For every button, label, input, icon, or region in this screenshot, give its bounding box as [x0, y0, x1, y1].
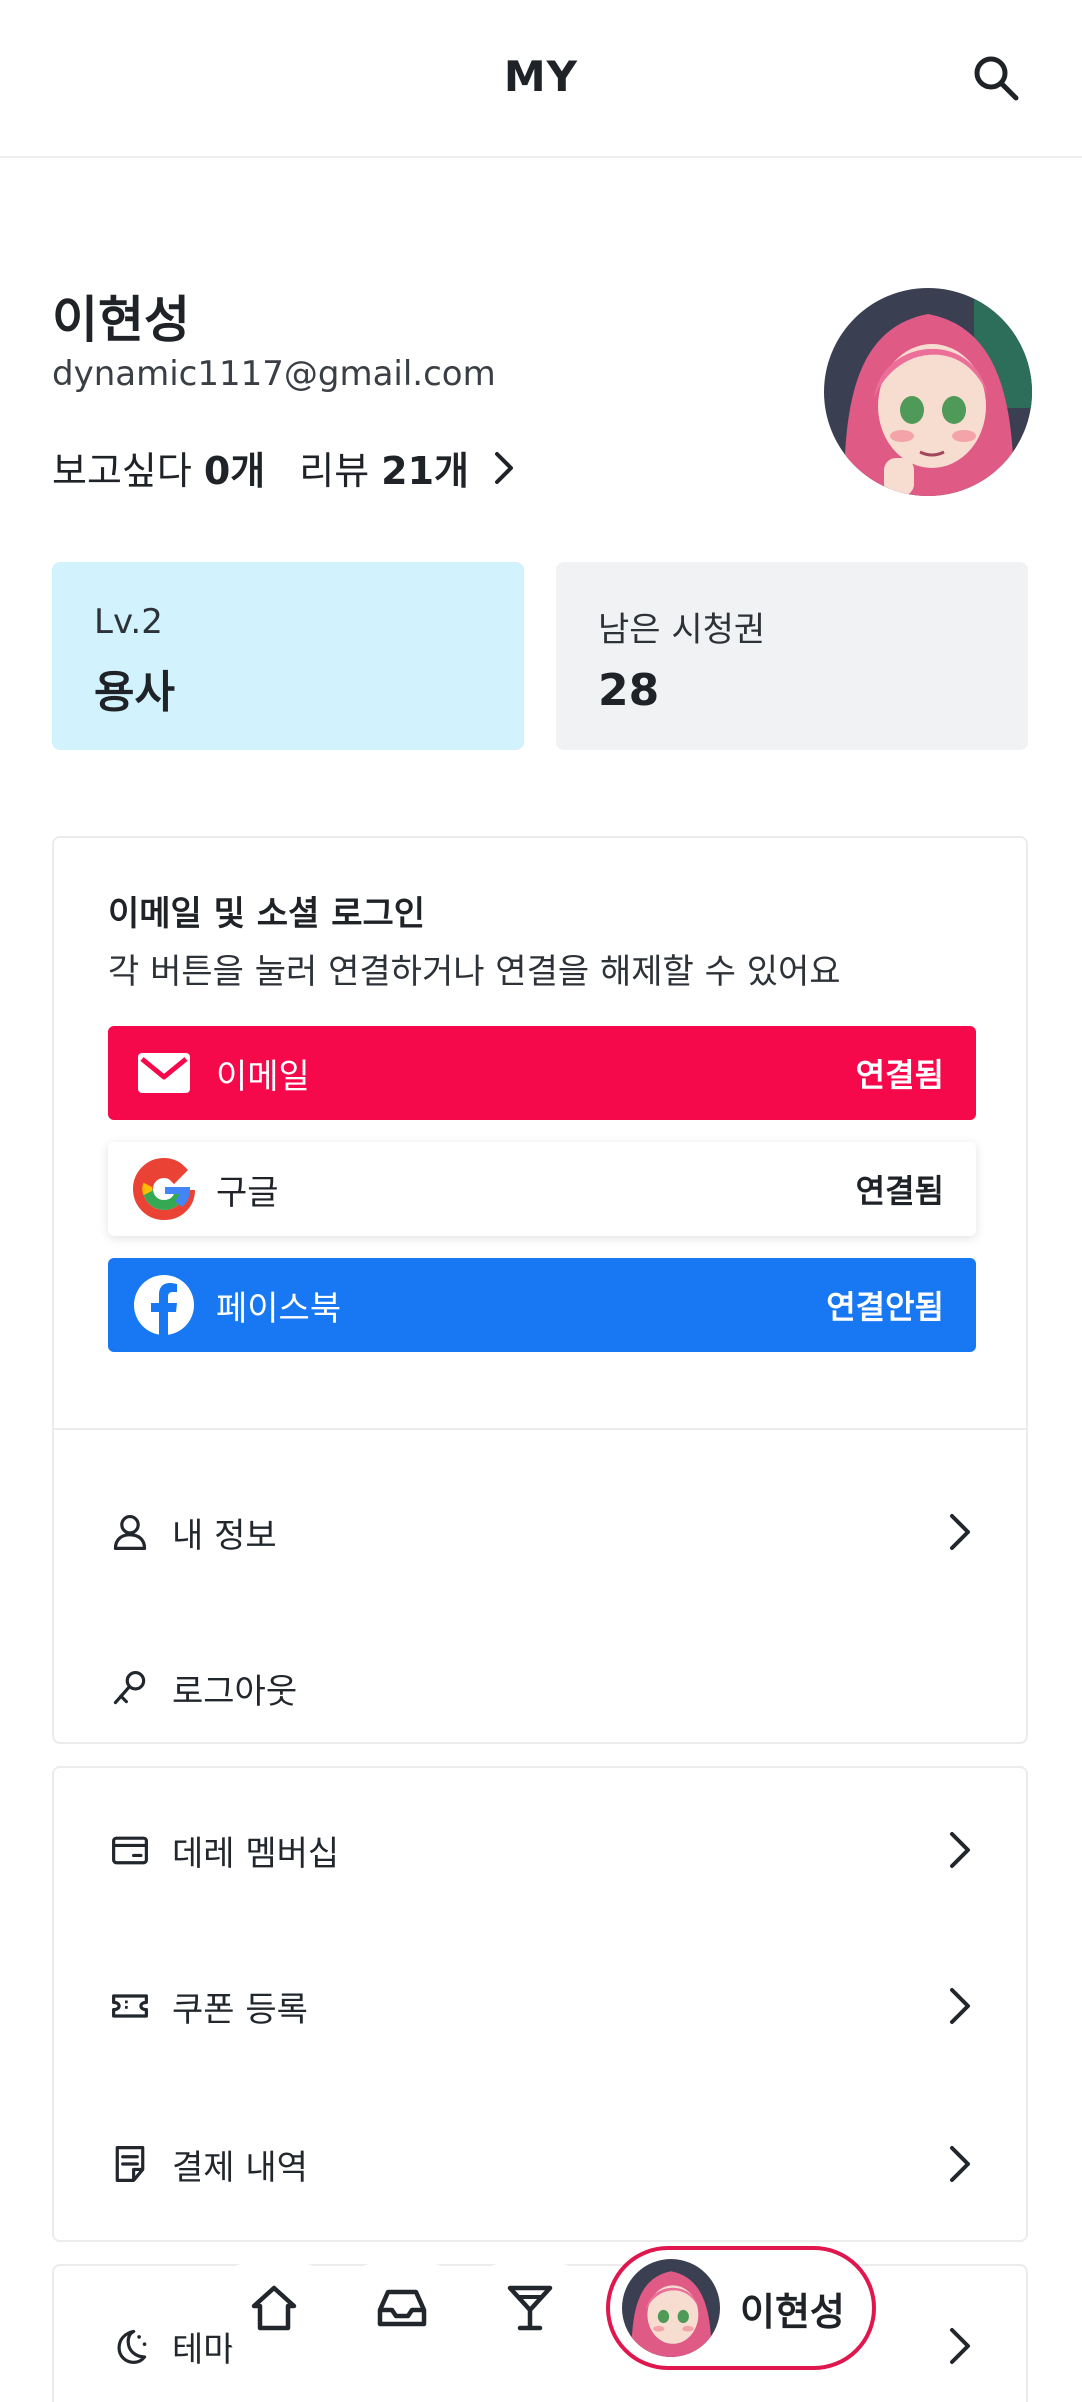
- level-card[interactable]: Lv.2 용사: [52, 562, 524, 750]
- nav-cocktail[interactable]: [486, 2264, 574, 2352]
- menu-item-membership[interactable]: 데레 멤버십: [108, 1802, 976, 1898]
- menu-item-my-info[interactable]: 내 정보: [108, 1484, 976, 1580]
- chevron-right-icon: [950, 1514, 970, 1550]
- logout-icon: [108, 1666, 152, 1710]
- nav-inbox[interactable]: [358, 2264, 446, 2352]
- google-connect-label: 구글: [216, 1172, 279, 1213]
- page-title: MY: [503, 52, 579, 101]
- chevron-right-icon: [950, 1988, 970, 2024]
- review-count: 21개: [381, 449, 470, 493]
- facebook-connect-button[interactable]: 페이스북 연결안됨: [108, 1258, 976, 1352]
- menu-item-label: 내 정보: [172, 1515, 277, 1556]
- email-connect-label: 이메일: [216, 1056, 310, 1097]
- avatar[interactable]: [824, 288, 1032, 496]
- menu-item-payment-history[interactable]: 결제 내역: [108, 2116, 976, 2212]
- receipt-icon: [108, 2142, 152, 2186]
- bottom-navigation: 이현성: [212, 2238, 892, 2378]
- menu-item-label: 결제 내역: [172, 2147, 308, 2188]
- nav-profile-name: 이현성: [740, 2289, 845, 2334]
- level-label: Lv.2: [94, 602, 163, 642]
- user-icon: [108, 1510, 152, 1554]
- nav-profile[interactable]: 이현성: [606, 2246, 876, 2370]
- tickets-value: 28: [598, 665, 660, 716]
- chevron-right-icon: [950, 2328, 970, 2364]
- card-icon: [108, 1828, 152, 1872]
- facebook-connect-status: 연결안됨: [826, 1288, 944, 1326]
- search-icon[interactable]: [968, 50, 1024, 106]
- google-icon: [132, 1157, 196, 1221]
- top-app-bar: MY: [0, 0, 1082, 158]
- moon-icon: [108, 2324, 152, 2368]
- profile-stats-link[interactable]: 보고싶다 0개 리뷰 21개: [52, 440, 521, 495]
- wishlist-count: 0개: [203, 449, 266, 493]
- menu-item-logout[interactable]: 로그아웃: [108, 1640, 976, 1736]
- facebook-connect-label: 페이스북: [216, 1288, 342, 1329]
- profile-name: 이현성: [52, 291, 190, 349]
- level-value: 용사: [94, 667, 175, 718]
- google-connect-button[interactable]: 구글 연결됨: [108, 1142, 976, 1236]
- menu-item-label: 데레 멤버십: [172, 1833, 340, 1874]
- chevron-right-icon: [495, 451, 514, 484]
- facebook-icon: [132, 1273, 196, 1337]
- tickets-label: 남은 시청권: [598, 610, 766, 650]
- avatar: [622, 2259, 720, 2357]
- profile-email: dynamic1117@gmail.com: [52, 354, 496, 394]
- menu-item-coupon[interactable]: 쿠폰 등록: [108, 1958, 976, 2054]
- divider: [54, 1428, 1026, 1430]
- social-login-title: 이메일 및 소셜 로그인: [108, 894, 426, 934]
- mail-icon: [132, 1041, 196, 1105]
- menu-item-label: 로그아웃: [172, 1671, 298, 1712]
- cocktail-icon: [507, 2285, 553, 2331]
- profile-section: 이현성 dynamic1117@gmail.com 보고싶다 0개 리뷰 21개: [52, 280, 1032, 510]
- home-icon: [251, 2285, 297, 2331]
- summary-cards: Lv.2 용사 남은 시청권 28: [52, 562, 1028, 750]
- inbox-icon: [377, 2289, 427, 2327]
- ticket-icon: [108, 1984, 152, 2028]
- wishlist-label: 보고싶다: [52, 449, 192, 493]
- chevron-right-icon: [950, 2146, 970, 2182]
- tickets-card[interactable]: 남은 시청권 28: [556, 562, 1028, 750]
- social-login-panel: 이메일 및 소셜 로그인 각 버튼을 눌러 연결하거나 연결을 해제할 수 있어…: [52, 836, 1028, 1744]
- email-connect-status: 연결됨: [855, 1056, 944, 1094]
- social-login-description: 각 버튼을 눌러 연결하거나 연결을 해제할 수 있어요: [108, 952, 841, 992]
- review-label: 리뷰: [299, 449, 370, 493]
- google-connect-status: 연결됨: [855, 1172, 944, 1210]
- service-menu-panel: 데레 멤버십 쿠폰 등록 결제 내역: [52, 1766, 1028, 2242]
- email-connect-button[interactable]: 이메일 연결됨: [108, 1026, 976, 1120]
- menu-item-label: 쿠폰 등록: [172, 1989, 308, 2030]
- chevron-right-icon: [950, 1832, 970, 1868]
- nav-home[interactable]: [230, 2264, 318, 2352]
